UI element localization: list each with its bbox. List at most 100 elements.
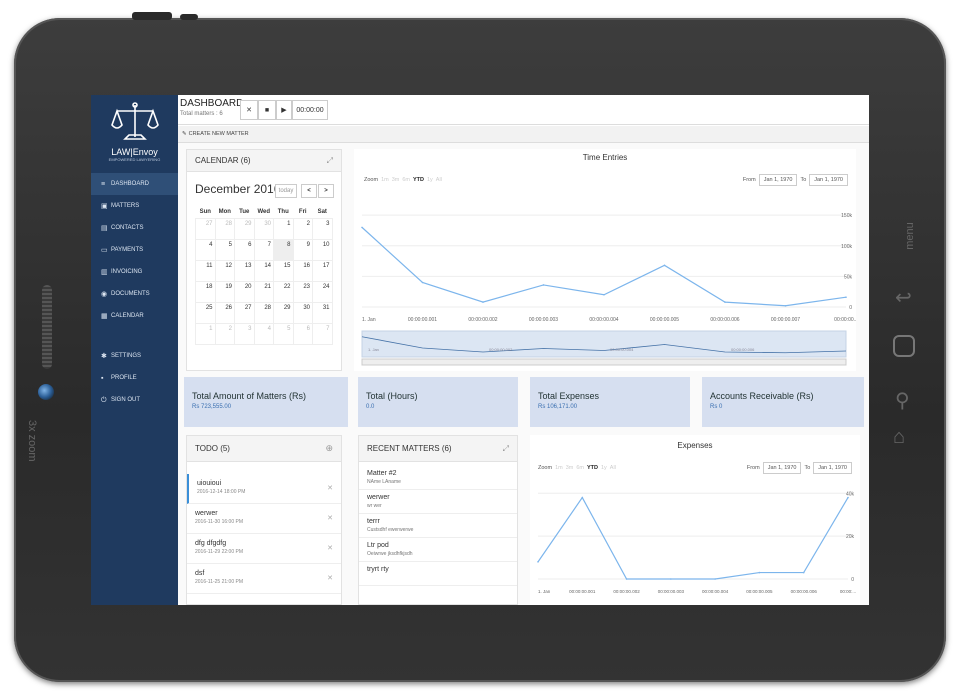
calendar-day[interactable]: 19 bbox=[214, 280, 235, 303]
today-button[interactable]: today bbox=[275, 184, 297, 198]
calendar-day[interactable]: 7 bbox=[253, 238, 274, 261]
todo-panel: TODO (5) ⊕ uiouioui 2016-12-14 18:00 PM ✕ w… bbox=[186, 435, 342, 605]
calendar-day[interactable]: 1 bbox=[273, 217, 294, 240]
calendar-day[interactable]: 29 bbox=[234, 217, 255, 240]
sidebar-item-matters[interactable]: ▣ MATTERS bbox=[91, 195, 178, 217]
recent-matter-item[interactable]: tryrt rty bbox=[359, 562, 517, 586]
todo-item[interactable]: werwer 2016-11-30 16:00 PM ✕ bbox=[187, 504, 341, 534]
zoom-option-1m[interactable]: 1m bbox=[555, 465, 563, 471]
sidebar-item-dashboard[interactable]: ≡ DASHBOARD bbox=[91, 173, 178, 195]
calendar-day[interactable]: 27 bbox=[234, 301, 255, 324]
calendar-day[interactable]: 13 bbox=[234, 259, 255, 282]
calendar-day[interactable]: 24 bbox=[312, 280, 333, 303]
calendar-day[interactable]: 16 bbox=[292, 259, 313, 282]
calendar-day[interactable]: 8 bbox=[273, 238, 294, 261]
sidebar-item-documents[interactable]: ◉ DOCUMENTS bbox=[91, 283, 178, 305]
recent-matter-item[interactable]: Matter #2 NAme LAname bbox=[359, 466, 517, 490]
calendar-day[interactable]: 3 bbox=[234, 322, 255, 345]
calendar-day[interactable]: 28 bbox=[253, 301, 274, 324]
expand-icon[interactable]: ⤢ bbox=[503, 444, 509, 454]
calendar-day[interactable]: 9 bbox=[292, 238, 313, 261]
calendar-day[interactable]: 11 bbox=[195, 259, 216, 282]
calendar-day[interactable]: 5 bbox=[273, 322, 294, 345]
calendar-day[interactable]: 7 bbox=[312, 322, 333, 345]
sidebar-item-payments[interactable]: ▭ PAYMENTS bbox=[91, 239, 178, 261]
add-todo-icon[interactable]: ⊕ bbox=[325, 443, 333, 454]
calendar-day[interactable]: 30 bbox=[292, 301, 313, 324]
zoom-option-3m[interactable]: 3m bbox=[566, 465, 574, 471]
calendar-day[interactable]: 2 bbox=[292, 217, 313, 240]
calendar-day[interactable]: 17 bbox=[312, 259, 333, 282]
calendar-day[interactable]: 21 bbox=[253, 280, 274, 303]
calendar-day[interactable]: 31 bbox=[312, 301, 333, 324]
timer-stop-button[interactable]: ■ bbox=[258, 100, 276, 120]
calendar-day[interactable]: 5 bbox=[214, 238, 235, 261]
zoom-option-6m[interactable]: 6m bbox=[402, 177, 410, 183]
zoom-option-3m[interactable]: 3m bbox=[392, 177, 400, 183]
todo-item[interactable]: dsf 2016-11-25 21:00 PM ✕ bbox=[187, 564, 341, 594]
sidebar-item-contacts[interactable]: ▤ CONTACTS bbox=[91, 217, 178, 239]
recent-list: Matter #2 NAme LAname werwer wr wer terrr Cus… bbox=[359, 462, 517, 586]
from-date-input[interactable]: Jan 1, 1970 bbox=[758, 174, 798, 186]
zoom-option-1y[interactable]: 1y bbox=[427, 177, 433, 183]
recent-matter-item[interactable]: terrr Custsdhf ewerwerwe bbox=[359, 514, 517, 538]
calendar-day[interactable]: 22 bbox=[273, 280, 294, 303]
zoom-option-all[interactable]: All bbox=[610, 465, 616, 471]
sidebar-item-settings[interactable]: ✱ SETTINGS bbox=[91, 345, 178, 367]
sidebar-item-profile[interactable]: ▪ PROFILE bbox=[91, 367, 178, 389]
recent-matter-item[interactable]: Ltr pod Oeiwrwe jksdhfkjsdh bbox=[359, 538, 517, 562]
calendar-day[interactable]: 15 bbox=[273, 259, 294, 282]
zoom-option-ytd[interactable]: YTD bbox=[413, 177, 424, 183]
calendar-day[interactable]: 30 bbox=[253, 217, 274, 240]
calendar-day[interactable]: 27 bbox=[195, 217, 216, 240]
calendar-day[interactable]: 3 bbox=[312, 217, 333, 240]
calendar-day[interactable]: 18 bbox=[195, 280, 216, 303]
calendar-day[interactable]: 14 bbox=[253, 259, 274, 282]
sidebar-item-invoicing[interactable]: ▥ INVOICING bbox=[91, 261, 178, 283]
calendar-day[interactable]: 25 bbox=[195, 301, 216, 324]
calendar-day[interactable]: 4 bbox=[195, 238, 216, 261]
back-icon[interactable]: ↩ bbox=[895, 285, 912, 310]
todo-item[interactable]: uiouioui 2016-12-14 18:00 PM ✕ bbox=[187, 474, 341, 504]
calendar-day[interactable]: 29 bbox=[273, 301, 294, 324]
recent-matter-item[interactable]: werwer wr wer bbox=[359, 490, 517, 514]
close-icon[interactable]: ✕ bbox=[327, 574, 333, 582]
next-month-button[interactable]: > bbox=[318, 184, 334, 198]
nav-back-icon[interactable]: ⌂ bbox=[893, 426, 905, 449]
close-icon[interactable]: ✕ bbox=[327, 514, 333, 522]
search-icon[interactable]: ⚲ bbox=[895, 388, 910, 413]
sidebar-item-calendar[interactable]: ▦ CALENDAR bbox=[91, 305, 178, 327]
calendar-day[interactable]: 28 bbox=[214, 217, 235, 240]
calendar-day[interactable]: 6 bbox=[292, 322, 313, 345]
timer-close-button[interactable]: ✕ bbox=[240, 100, 258, 120]
zoom-option-ytd[interactable]: YTD bbox=[587, 465, 598, 471]
zoom-option-1y[interactable]: 1y bbox=[601, 465, 607, 471]
zoom-option-1m[interactable]: 1m bbox=[381, 177, 389, 183]
calendar-day[interactable]: 12 bbox=[214, 259, 235, 282]
zoom-option-6m[interactable]: 6m bbox=[576, 465, 584, 471]
create-matter-link[interactable]: CREATE NEW MATTER bbox=[189, 131, 249, 137]
calendar-day[interactable]: 1 bbox=[195, 322, 216, 345]
x-tick-label: 00:00:00.007 bbox=[771, 317, 800, 323]
close-icon[interactable]: ✕ bbox=[327, 484, 333, 492]
zoom-option-all[interactable]: All bbox=[436, 177, 442, 183]
sidebar-item-sign-out[interactable]: ⏻ SIGN OUT bbox=[91, 389, 178, 411]
calendar-day[interactable]: 4 bbox=[253, 322, 274, 345]
calendar-day[interactable]: 2 bbox=[214, 322, 235, 345]
to-date-input[interactable]: Jan 1, 1970 bbox=[813, 462, 852, 474]
x-tick-label: 1. Jan bbox=[362, 317, 376, 323]
calendar-day[interactable]: 23 bbox=[292, 280, 313, 303]
calendar-day[interactable]: 26 bbox=[214, 301, 235, 324]
from-date-input[interactable]: Jan 1, 1970 bbox=[762, 462, 802, 474]
calendar-day[interactable]: 20 bbox=[234, 280, 255, 303]
home-icon[interactable] bbox=[893, 335, 915, 357]
close-icon[interactable]: ✕ bbox=[327, 544, 333, 552]
todo-item[interactable]: dfg dfgdfg 2016-11-29 22:00 PM ✕ bbox=[187, 534, 341, 564]
calendar-day[interactable]: 10 bbox=[312, 238, 333, 261]
expand-icon[interactable]: ⤢ bbox=[327, 156, 333, 166]
prev-month-button[interactable]: < bbox=[301, 184, 317, 198]
gear-icon: ✱ bbox=[101, 352, 107, 360]
calendar-day[interactable]: 6 bbox=[234, 238, 255, 261]
to-date-input[interactable]: Jan 1, 1970 bbox=[809, 174, 848, 186]
timer-play-button[interactable]: ▶ bbox=[276, 100, 292, 120]
